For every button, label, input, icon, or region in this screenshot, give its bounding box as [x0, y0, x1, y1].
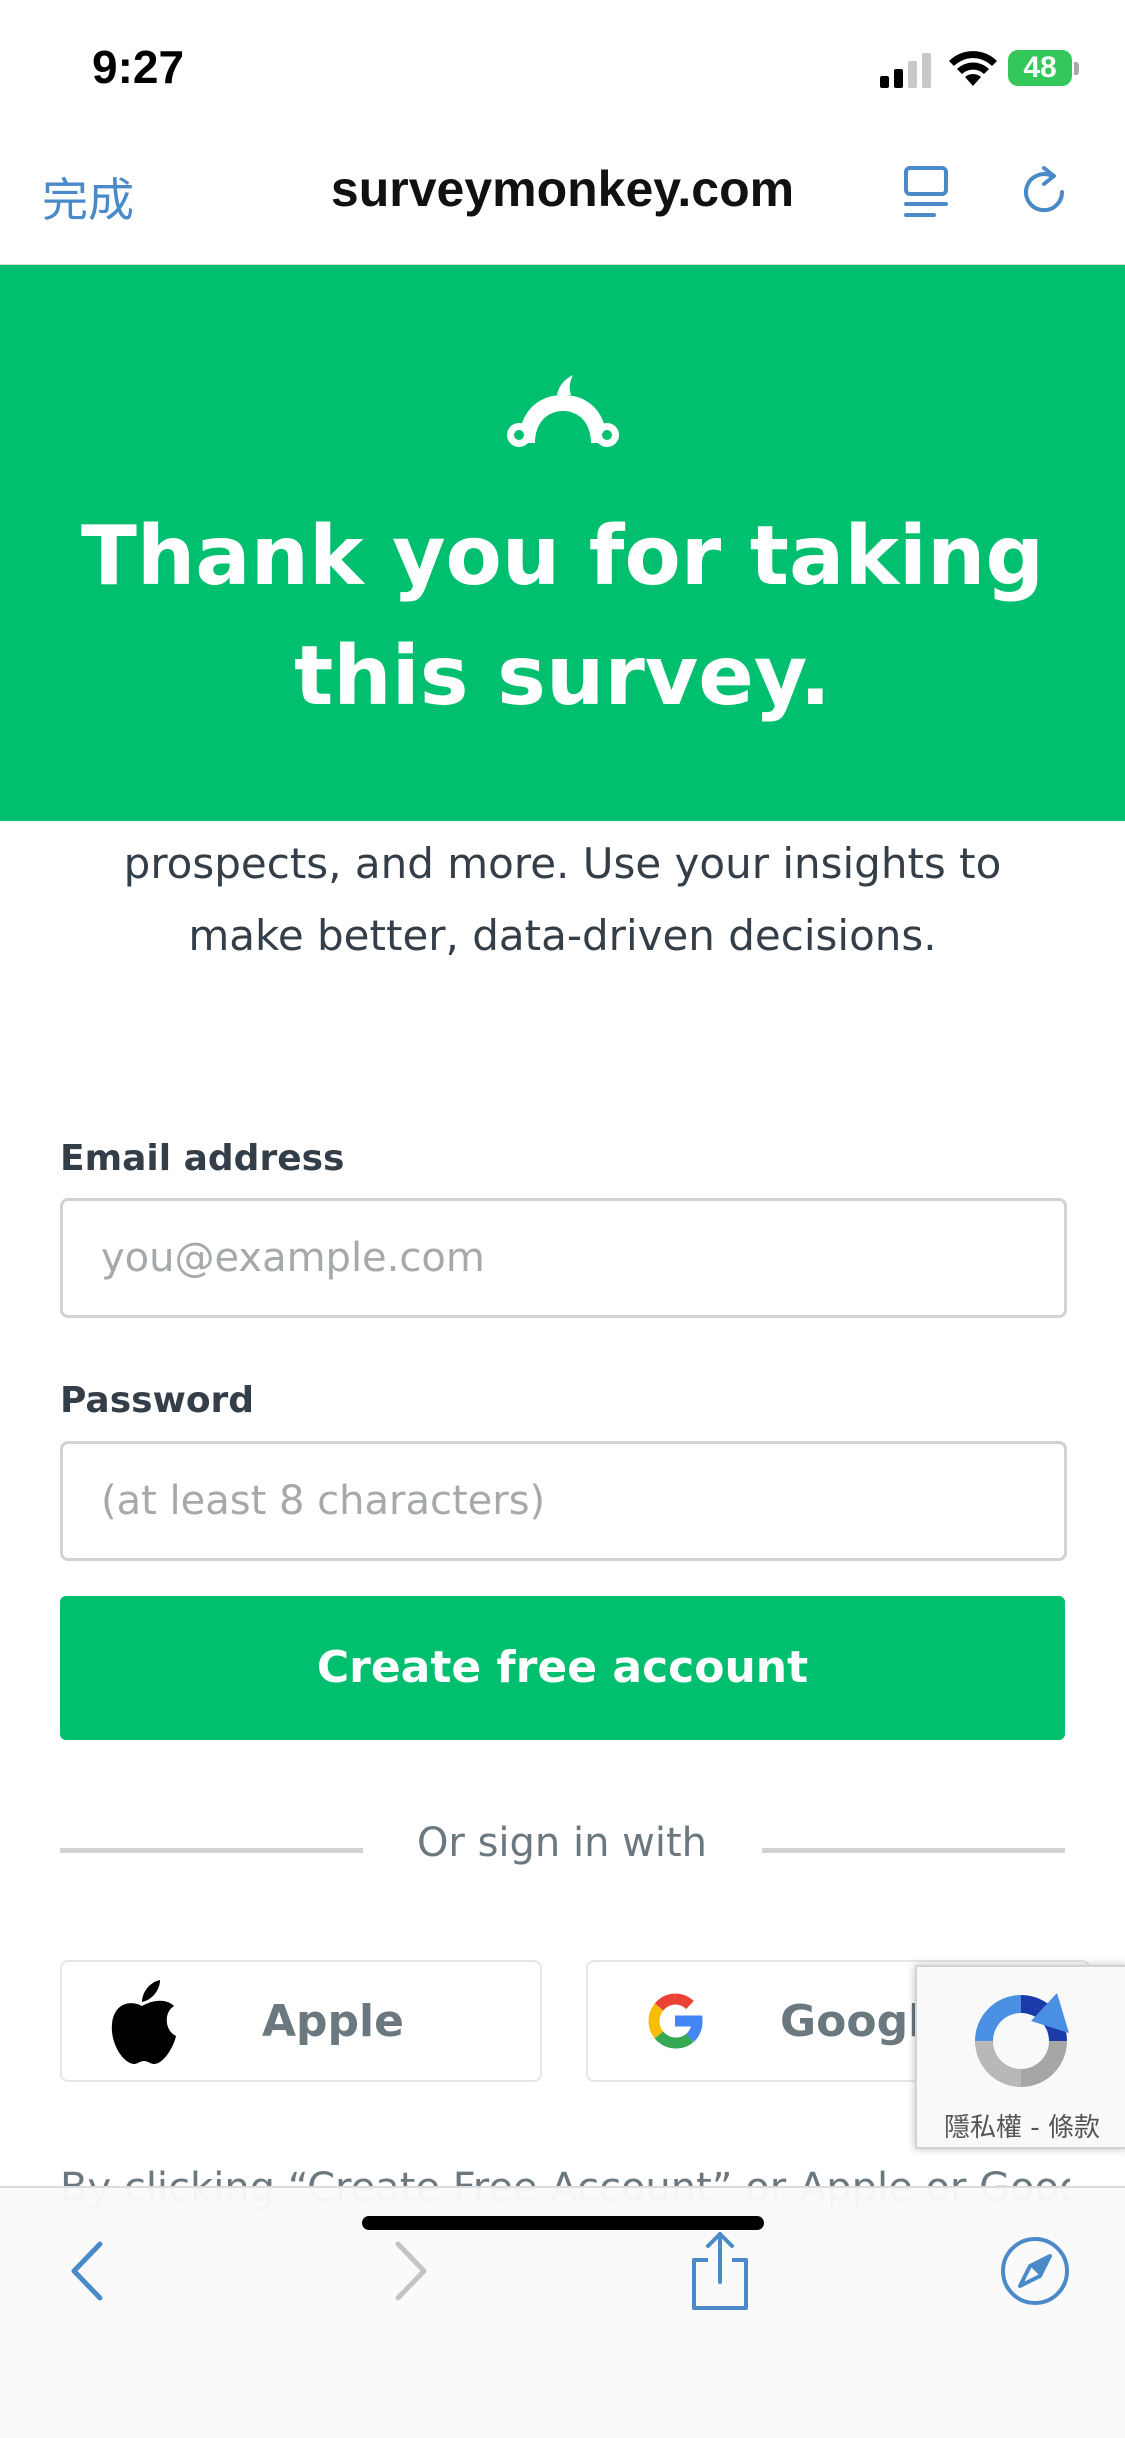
- cellular-signal-icon: [880, 53, 931, 88]
- password-placeholder: (at least 8 characters): [101, 1478, 546, 1524]
- reload-icon[interactable]: [1016, 162, 1076, 222]
- status-time: 9:27: [92, 41, 185, 93]
- recaptcha-privacy-terms[interactable]: 隱私權 - 條款: [917, 2107, 1125, 2144]
- divider-line-left: [60, 1848, 363, 1853]
- compass-icon[interactable]: [998, 2234, 1072, 2308]
- create-free-account-button[interactable]: Create free account: [60, 1596, 1065, 1740]
- apple-icon: [111, 1980, 176, 2064]
- battery-icon: 48: [1008, 50, 1080, 88]
- wifi-icon: [949, 51, 997, 86]
- email-placeholder: you@example.com: [101, 1235, 485, 1281]
- banner-title: Thank you for taking this survey.: [80, 497, 1045, 737]
- password-field[interactable]: (at least 8 characters): [60, 1441, 1067, 1561]
- browser-top-bar: 完成 surveymonkey.com: [0, 132, 1125, 266]
- intro-text-line-1: prospects, and more. Use your insights t…: [123, 839, 1002, 888]
- home-indicator[interactable]: [362, 2216, 764, 2230]
- email-field[interactable]: you@example.com: [60, 1198, 1067, 1318]
- intro-text-line-2: make better, data-driven decisions.: [188, 911, 937, 960]
- divider-line-right: [762, 1848, 1065, 1853]
- apple-sign-in-button[interactable]: Apple: [60, 1960, 542, 2082]
- url-title[interactable]: surveymonkey.com: [0, 160, 1125, 218]
- forward-arrow-icon[interactable]: [386, 2236, 434, 2306]
- recaptcha-icon: [975, 1993, 1069, 2087]
- battery-level: 48: [1008, 50, 1072, 86]
- intro-text: prospects, and more. Use your insights t…: [60, 828, 1065, 972]
- reader-mode-icon[interactable]: [900, 162, 956, 222]
- surveymonkey-logo-icon: [507, 375, 619, 447]
- thank-you-banner: Thank you for taking this survey.: [0, 265, 1125, 821]
- back-arrow-icon[interactable]: [64, 2236, 112, 2306]
- banner-title-line-2: this survey.: [294, 629, 831, 724]
- banner-title-line-1: Thank you for taking: [80, 509, 1045, 604]
- apple-label: Apple: [262, 1996, 404, 2047]
- or-sign-in-with-text: Or sign in with: [416, 1820, 708, 1866]
- share-icon[interactable]: [684, 2230, 756, 2312]
- email-label: Email address: [60, 1138, 345, 1179]
- status-bar: 9:27 48: [0, 0, 1125, 132]
- google-icon: [648, 1993, 703, 2049]
- password-label: Password: [60, 1380, 255, 1421]
- recaptcha-badge[interactable]: 隱私權 - 條款: [915, 1965, 1125, 2149]
